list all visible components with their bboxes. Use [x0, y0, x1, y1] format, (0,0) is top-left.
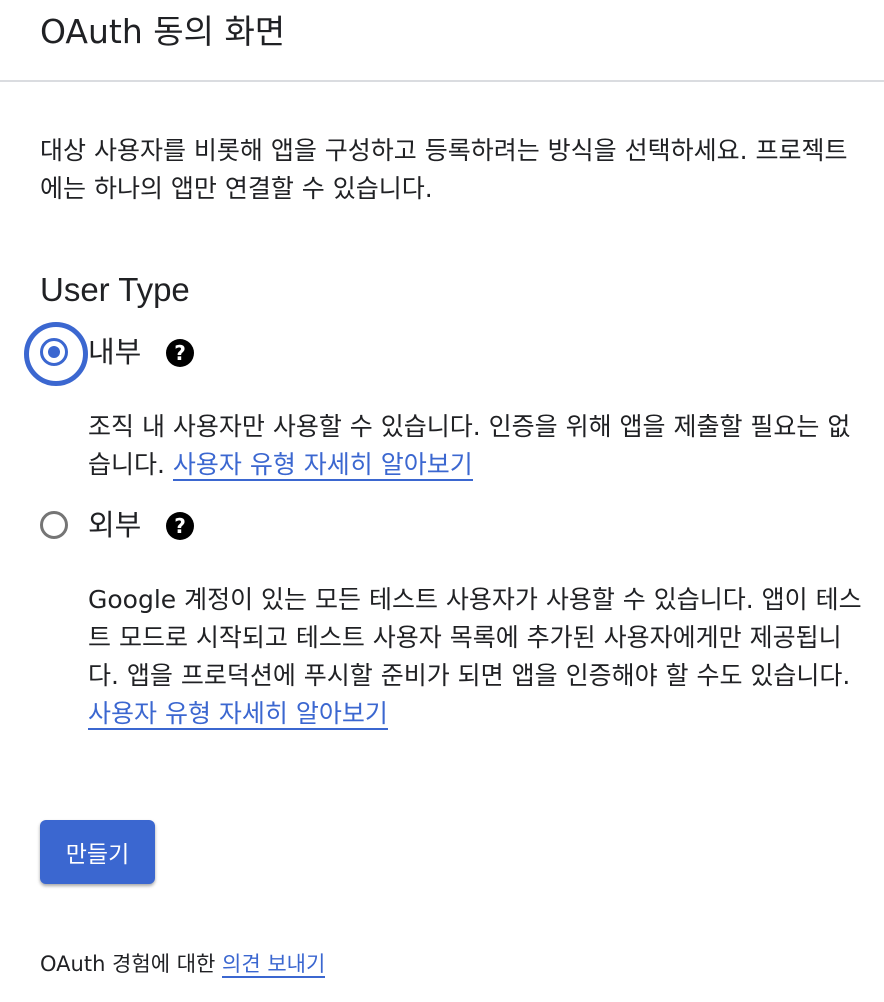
intro-text: 대상 사용자를 비롯해 앱을 구성하고 등록하려는 방식을 선택하세요. 프로젝…	[40, 136, 848, 203]
feedback-footer: OAuth 경험에 대한 의견 보내기	[40, 946, 326, 982]
user-type-title: User Type	[40, 271, 190, 308]
create-button[interactable]: 만들기	[40, 820, 155, 884]
page-header: OAuth 동의 화면	[0, 0, 884, 82]
internal-radio[interactable]	[24, 322, 88, 386]
radio-outer	[40, 338, 68, 366]
radio-outer	[40, 511, 68, 539]
page-title: OAuth 동의 화면	[40, 12, 286, 51]
external-radio[interactable]	[24, 495, 88, 559]
external-description-text: Google 계정이 있는 모든 테스트 사용자가 사용할 수 있습니다. 앱이…	[88, 585, 862, 690]
send-feedback-link[interactable]: 의견 보내기	[222, 952, 326, 978]
learn-user-type-link[interactable]: 사용자 유형 자세히 알아보기	[172, 450, 473, 481]
user-type-option-internal[interactable]: 내부 ?	[24, 322, 224, 386]
external-label[interactable]: 외부	[88, 505, 141, 545]
internal-description: 조직 내 사용자만 사용할 수 있습니다. 인증을 위해 앱을 제출할 필요는 …	[88, 408, 868, 484]
learn-user-type-link[interactable]: 사용자 유형 자세히 알아보기	[88, 699, 388, 730]
user-type-option-external[interactable]: 외부 ?	[24, 495, 224, 559]
external-description: Google 계정이 있는 모든 테스트 사용자가 사용할 수 있습니다. 앱이…	[88, 581, 868, 733]
internal-label[interactable]: 내부	[88, 332, 141, 372]
help-icon[interactable]: ?	[166, 512, 194, 540]
radio-dot	[48, 346, 60, 358]
feedback-prefix: OAuth 경험에 대한	[40, 952, 216, 976]
help-icon[interactable]: ?	[166, 339, 194, 367]
